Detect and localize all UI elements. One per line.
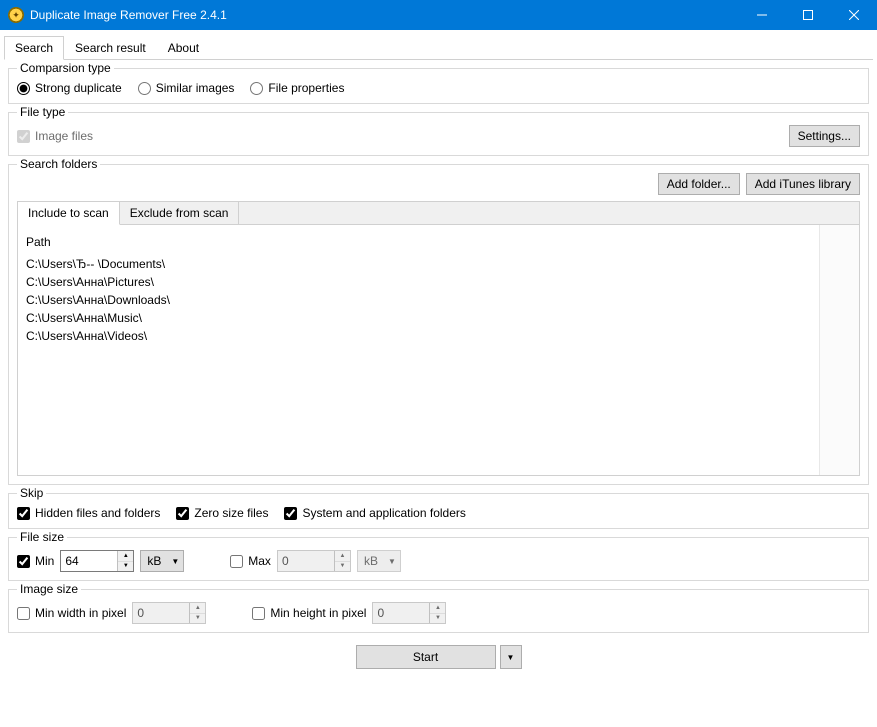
search-folders-legend: Search folders bbox=[17, 157, 100, 171]
group-comparison: Comparsion type Strong duplicate Similar… bbox=[8, 68, 869, 104]
maximize-button[interactable] bbox=[785, 0, 831, 30]
main-tabs: Search Search result About bbox=[4, 35, 873, 60]
check-image-files-input bbox=[17, 130, 30, 143]
min-filesize-input[interactable]: ▲▼ bbox=[60, 550, 134, 572]
check-min-filesize-label: Min bbox=[35, 554, 54, 568]
min-unit-value: kB bbox=[147, 554, 165, 568]
radio-strong-input[interactable] bbox=[17, 82, 30, 95]
check-min-width-input[interactable] bbox=[17, 607, 30, 620]
tab-about[interactable]: About bbox=[157, 36, 210, 60]
chevron-down-icon: ▼ bbox=[171, 557, 179, 566]
scan-scope-tabs: Include to scan Exclude from scan Path C… bbox=[17, 201, 860, 476]
paths-side-panel bbox=[819, 225, 859, 475]
tab-search-result[interactable]: Search result bbox=[64, 36, 157, 60]
spin-buttons: ▲▼ bbox=[334, 551, 350, 571]
start-dropdown-button[interactable]: ▼ bbox=[500, 645, 522, 669]
radio-similar-images[interactable]: Similar images bbox=[138, 81, 235, 95]
group-filesize: File size Min ▲▼ kB ▼ Max ▲▼ bbox=[8, 537, 869, 581]
group-imagesize: Image size Min width in pixel ▲▼ Min hei… bbox=[8, 589, 869, 633]
list-item[interactable]: C:\Users\Ђ-- \Documents\ bbox=[26, 255, 811, 273]
list-item[interactable]: C:\Users\Анна\Videos\ bbox=[26, 327, 811, 345]
group-skip: Skip Hidden files and folders Zero size … bbox=[8, 493, 869, 529]
title-bar: ✦ Duplicate Image Remover Free 2.4.1 bbox=[0, 0, 877, 30]
paths-list[interactable]: Path C:\Users\Ђ-- \Documents\ C:\Users\А… bbox=[18, 225, 819, 475]
filetype-legend: File type bbox=[17, 105, 68, 119]
check-min-height-input[interactable] bbox=[252, 607, 265, 620]
max-unit-value: kB bbox=[364, 554, 382, 568]
check-max-filesize-input[interactable] bbox=[230, 555, 243, 568]
check-system[interactable]: System and application folders bbox=[284, 506, 465, 520]
add-itunes-button[interactable]: Add iTunes library bbox=[746, 173, 860, 195]
min-width-input: ▲▼ bbox=[132, 602, 206, 624]
check-system-input[interactable] bbox=[284, 507, 297, 520]
check-min-filesize[interactable]: Min bbox=[17, 554, 54, 568]
close-button[interactable] bbox=[831, 0, 877, 30]
radio-similar-input[interactable] bbox=[138, 82, 151, 95]
max-filesize-input: ▲▼ bbox=[277, 550, 351, 572]
comparison-legend: Comparsion type bbox=[17, 61, 114, 75]
start-row: Start ▼ bbox=[4, 645, 873, 669]
check-min-filesize-input[interactable] bbox=[17, 555, 30, 568]
radio-file-properties[interactable]: File properties bbox=[250, 81, 344, 95]
check-zero[interactable]: Zero size files bbox=[176, 506, 268, 520]
start-button[interactable]: Start bbox=[356, 645, 496, 669]
check-min-width[interactable]: Min width in pixel bbox=[17, 606, 126, 620]
radio-strong-duplicate[interactable]: Strong duplicate bbox=[17, 81, 122, 95]
skip-legend: Skip bbox=[17, 486, 46, 500]
list-item[interactable]: C:\Users\Анна\Pictures\ bbox=[26, 273, 811, 291]
min-filesize-field[interactable] bbox=[61, 551, 117, 571]
radio-similar-label: Similar images bbox=[156, 81, 235, 95]
check-system-label: System and application folders bbox=[302, 506, 465, 520]
min-height-field bbox=[373, 603, 429, 623]
spin-buttons: ▲▼ bbox=[429, 603, 445, 623]
radio-fileprops-label: File properties bbox=[268, 81, 344, 95]
list-item[interactable]: C:\Users\Анна\Music\ bbox=[26, 309, 811, 327]
check-hidden-label: Hidden files and folders bbox=[35, 506, 160, 520]
chevron-down-icon: ▼ bbox=[388, 557, 396, 566]
check-hidden-input[interactable] bbox=[17, 507, 30, 520]
radio-fileprops-input[interactable] bbox=[250, 82, 263, 95]
group-search-folders: Search folders Add folder... Add iTunes … bbox=[8, 164, 869, 485]
tab-include-to-scan[interactable]: Include to scan bbox=[18, 202, 120, 225]
min-filesize-unit[interactable]: kB ▼ bbox=[140, 550, 184, 572]
paths-header: Path bbox=[26, 231, 811, 255]
settings-button[interactable]: Settings... bbox=[789, 125, 860, 147]
check-min-height[interactable]: Min height in pixel bbox=[252, 606, 366, 620]
check-min-width-label: Min width in pixel bbox=[35, 606, 126, 620]
window-title: Duplicate Image Remover Free 2.4.1 bbox=[30, 8, 227, 22]
check-hidden[interactable]: Hidden files and folders bbox=[17, 506, 160, 520]
check-image-files: Image files bbox=[17, 129, 93, 143]
min-height-input: ▲▼ bbox=[372, 602, 446, 624]
imagesize-legend: Image size bbox=[17, 582, 81, 596]
spin-buttons: ▲▼ bbox=[189, 603, 205, 623]
check-zero-input[interactable] bbox=[176, 507, 189, 520]
check-max-filesize[interactable]: Max bbox=[230, 554, 271, 568]
app-icon: ✦ bbox=[8, 7, 24, 23]
minimize-button[interactable] bbox=[739, 0, 785, 30]
check-max-filesize-label: Max bbox=[248, 554, 271, 568]
check-image-files-label: Image files bbox=[35, 129, 93, 143]
check-zero-label: Zero size files bbox=[194, 506, 268, 520]
tab-exclude-from-scan[interactable]: Exclude from scan bbox=[120, 202, 240, 224]
chevron-down-icon: ▼ bbox=[507, 653, 515, 662]
max-filesize-unit: kB ▼ bbox=[357, 550, 401, 572]
max-filesize-field bbox=[278, 551, 334, 571]
tab-search[interactable]: Search bbox=[4, 36, 64, 60]
list-item[interactable]: C:\Users\Анна\Downloads\ bbox=[26, 291, 811, 309]
min-width-field bbox=[133, 603, 189, 623]
start-button-label: Start bbox=[413, 650, 438, 664]
check-min-height-label: Min height in pixel bbox=[270, 606, 366, 620]
spin-buttons[interactable]: ▲▼ bbox=[117, 551, 133, 571]
filesize-legend: File size bbox=[17, 530, 67, 544]
group-filetype: File type Image files Settings... bbox=[8, 112, 869, 156]
add-folder-button[interactable]: Add folder... bbox=[658, 173, 740, 195]
radio-strong-label: Strong duplicate bbox=[35, 81, 122, 95]
